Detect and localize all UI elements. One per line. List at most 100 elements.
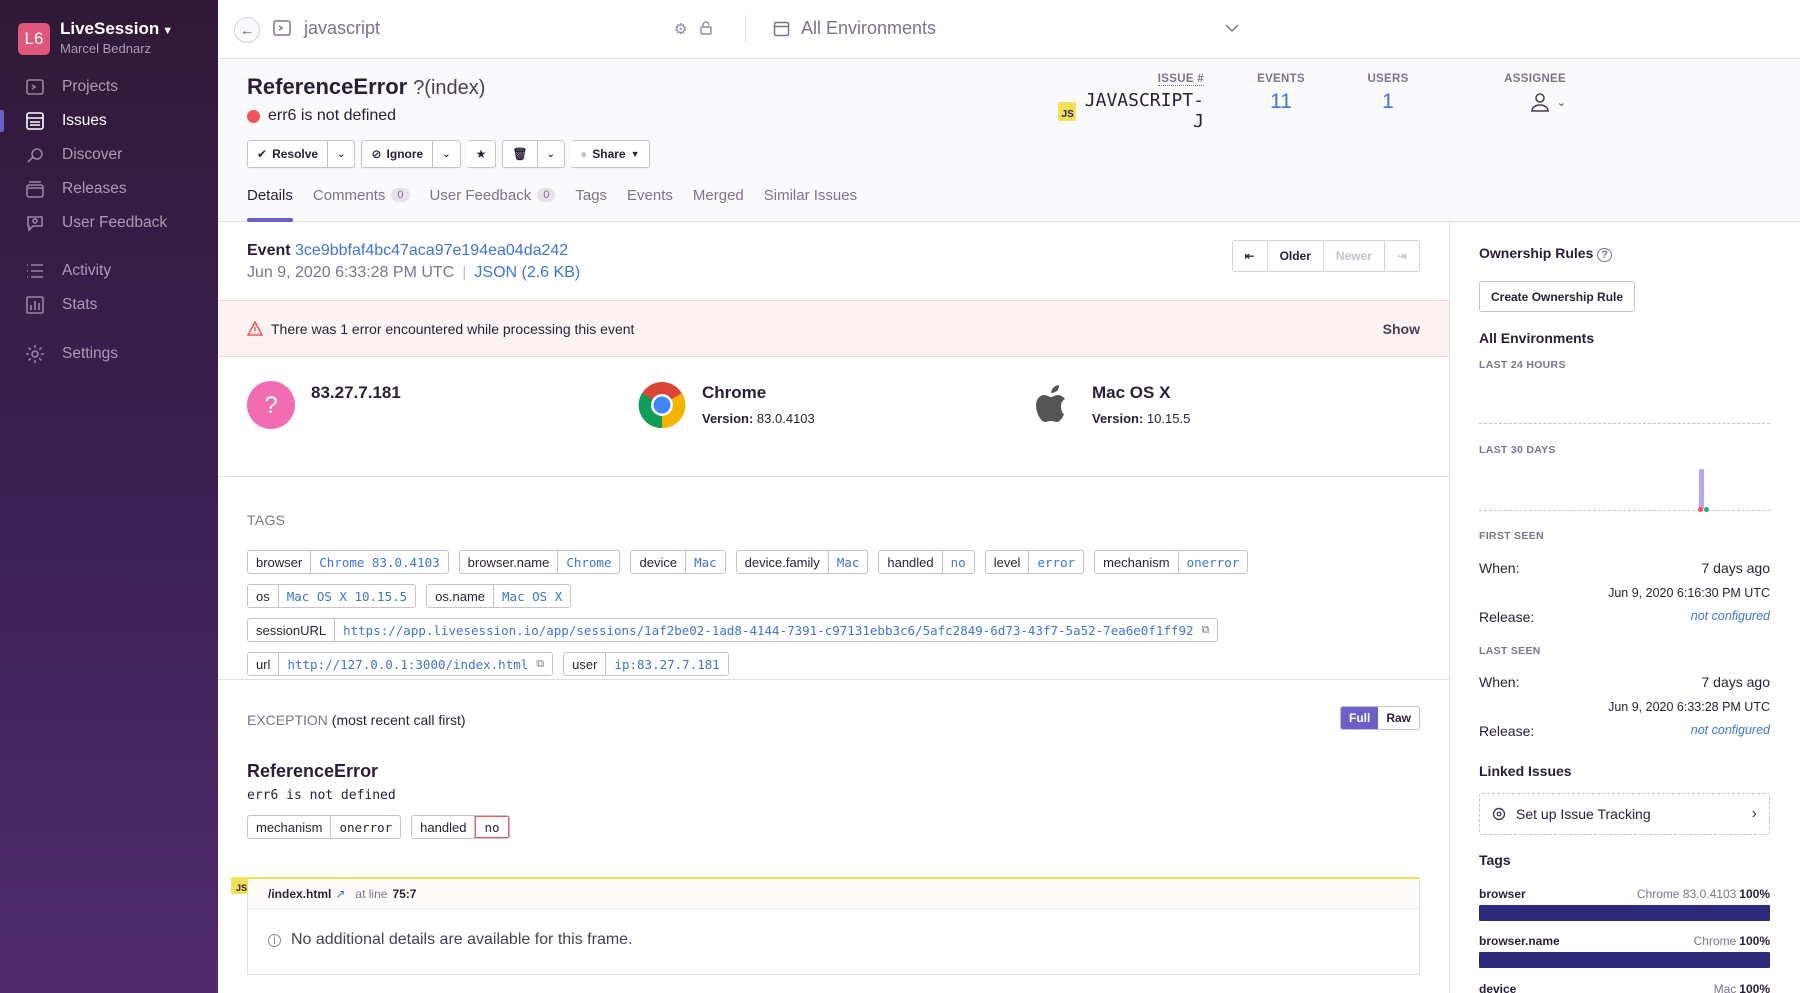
tag-value[interactable]: Mac — [829, 551, 868, 573]
resolve-dropdown-button[interactable]: ⌄ — [328, 140, 356, 168]
tag-pill[interactable]: url http://127.0.0.1:3000/index.html ⧉ — [247, 652, 554, 676]
tag-value[interactable]: Mac OS X 10.15.5 — [279, 585, 415, 607]
external-link-icon[interactable]: ⧉ — [1202, 619, 1218, 641]
project-selector[interactable]: javascript — [304, 18, 380, 39]
issue-title: ReferenceError ?(index) — [247, 74, 485, 100]
tag-meter-device[interactable]: device Mac 100% — [1479, 982, 1770, 993]
project-settings-icon[interactable]: ⚙ — [674, 20, 687, 38]
release-value[interactable]: not configured — [1691, 609, 1770, 623]
sidebar-item-issues[interactable]: Issues — [0, 104, 218, 138]
tag-meter-key: browser.name — [1479, 934, 1560, 948]
delete-button[interactable]: 🗑 — [502, 140, 538, 168]
tag-value[interactable]: Mac OS X — [494, 585, 570, 607]
show-errors-button[interactable]: Show — [1383, 321, 1420, 337]
chevron-down-icon[interactable] — [1225, 23, 1239, 33]
external-link-icon[interactable]: ⧉ — [536, 653, 552, 675]
tag-pill[interactable]: browser.name Chrome — [458, 550, 621, 574]
release-value[interactable]: not configured — [1691, 723, 1770, 737]
tag-pill[interactable]: sessionURL https://app.livesession.io/app… — [247, 618, 1219, 642]
version-label: Version: — [702, 411, 754, 426]
stack-frame[interactable]: JS /index.html ↗ at line 75:7 i No addit… — [231, 877, 1420, 975]
lock-icon — [700, 21, 712, 35]
setup-issue-tracking-button[interactable]: Set up Issue Tracking › — [1479, 793, 1770, 835]
sidebar-item-projects[interactable]: Projects — [0, 70, 218, 104]
comments-count-badge: 0 — [391, 188, 410, 202]
tag-value[interactable]: http://127.0.0.1:3000/index.html — [279, 653, 536, 675]
tag-value[interactable]: no — [943, 551, 974, 573]
full-view-button[interactable]: Full — [1340, 707, 1379, 729]
event-label: Event — [247, 242, 291, 259]
releases-icon — [26, 181, 44, 198]
tags-section-title: TAGS — [247, 512, 286, 528]
handled-tag[interactable]: handled no — [411, 815, 510, 839]
tab-similar-issues[interactable]: Similar Issues — [764, 175, 857, 215]
tab-user-feedback[interactable]: User Feedback 0 — [430, 175, 556, 215]
tab-merged[interactable]: Merged — [693, 175, 744, 215]
create-ownership-rule-button[interactable]: Create Ownership Rule — [1479, 281, 1636, 312]
oldest-event-button[interactable]: ⇤ — [1233, 241, 1267, 271]
star-icon: ★ — [475, 147, 487, 161]
events-count[interactable]: 11 — [1236, 90, 1326, 114]
tab-label: Tags — [575, 186, 608, 204]
sidebar-item-discover[interactable]: Discover — [0, 138, 218, 172]
tag-key: handled — [879, 551, 943, 573]
raw-view-button[interactable]: Raw — [1378, 707, 1419, 729]
help-icon[interactable]: ? — [1597, 248, 1612, 262]
tag-key: browser — [248, 551, 312, 573]
delete-dropdown-button[interactable]: ⌄ — [537, 140, 565, 168]
tag-value[interactable]: Chrome — [558, 551, 619, 573]
tag-meter-browser[interactable]: browser Chrome 83.0.4103 100% — [1479, 887, 1770, 921]
sparkline-bar[interactable] — [1699, 469, 1704, 509]
tab-events[interactable]: Events — [627, 175, 673, 215]
external-link-icon[interactable]: ↗ — [335, 887, 345, 901]
tag-value[interactable]: ip:83.27.7.181 — [606, 653, 727, 675]
tab-details[interactable]: Details — [247, 175, 293, 222]
tag-meter-percent: 100% — [1739, 982, 1770, 993]
back-button[interactable]: ← — [234, 17, 260, 43]
issue-id-stat: ISSUE # JS JAVASCRIPT-J — [1058, 73, 1204, 132]
arrow-left-icon: ← — [240, 22, 254, 38]
tag-meter-browser-name[interactable]: browser.name Chrome 100% — [1479, 934, 1770, 968]
chevron-down-icon: ⌄ — [1556, 96, 1566, 109]
tag-value[interactable]: Chrome 83.0.4103 — [311, 551, 447, 573]
sparkline-24h — [1479, 423, 1770, 424]
tag-pill[interactable]: device.family Mac — [735, 550, 869, 574]
tag-value[interactable]: https://app.livesession.io/app/sessions/… — [335, 619, 1201, 641]
sidebar-item-activity[interactable]: Activity — [0, 254, 218, 288]
org-switcher[interactable]: L6 LiveSession ▼ Marcel Bednarz — [18, 20, 173, 57]
newer-event-button[interactable]: Newer — [1322, 241, 1384, 271]
resolve-button[interactable]: ✔ Resolve — [247, 140, 329, 168]
tag-pill[interactable]: user ip:83.27.7.181 — [563, 652, 729, 676]
tag-value[interactable]: Mac — [686, 551, 725, 573]
tag-pill[interactable]: level error — [984, 550, 1085, 574]
issue-short-id[interactable]: JAVASCRIPT-J — [1085, 90, 1204, 132]
first-seen-relative: 7 days ago — [1701, 560, 1771, 576]
tab-tags[interactable]: Tags — [575, 175, 607, 215]
tag-pill[interactable]: device Mac — [630, 550, 726, 574]
event-json-link[interactable]: JSON (2.6 KB) — [474, 264, 580, 281]
users-count[interactable]: 1 — [1358, 90, 1418, 114]
share-button[interactable]: ● Share ▼ — [571, 140, 650, 168]
sidebar-item-releases[interactable]: Releases — [0, 172, 218, 206]
ignore-button[interactable]: ⊘ Ignore — [361, 140, 434, 168]
tag-pill[interactable]: os Mac OS X 10.15.5 — [247, 584, 417, 608]
assignee-selector[interactable]: ⌄ — [1486, 91, 1566, 113]
tag-pill[interactable]: browser Chrome 83.0.4103 — [247, 550, 449, 574]
tag-value[interactable]: error — [1029, 551, 1083, 573]
bookmark-button[interactable]: ★ — [466, 140, 497, 168]
sidebar-item-stats[interactable]: Stats — [0, 288, 218, 322]
tag-pill[interactable]: mechanism onerror — [1094, 550, 1249, 574]
tag-value[interactable]: onerror — [1179, 551, 1248, 573]
tab-comments[interactable]: Comments 0 — [313, 175, 410, 215]
tag-key: device — [631, 551, 687, 573]
older-event-button[interactable]: Older — [1266, 241, 1323, 271]
sidebar-item-settings[interactable]: Settings — [0, 337, 218, 371]
ignore-dropdown-button[interactable]: ⌄ — [433, 140, 461, 168]
tag-pill[interactable]: os.name Mac OS X — [426, 584, 572, 608]
newest-event-button[interactable]: ⇥ — [1383, 241, 1419, 271]
event-id-link[interactable]: 3ce9bbfaf4bc47aca97e194ea04da242 — [295, 242, 568, 259]
mechanism-tag[interactable]: mechanism onerror — [247, 815, 402, 839]
tag-pill[interactable]: handled no — [878, 550, 975, 574]
environment-selector[interactable]: All Environments — [801, 18, 936, 39]
sidebar-item-user-feedback[interactable]: User Feedback — [0, 206, 218, 240]
